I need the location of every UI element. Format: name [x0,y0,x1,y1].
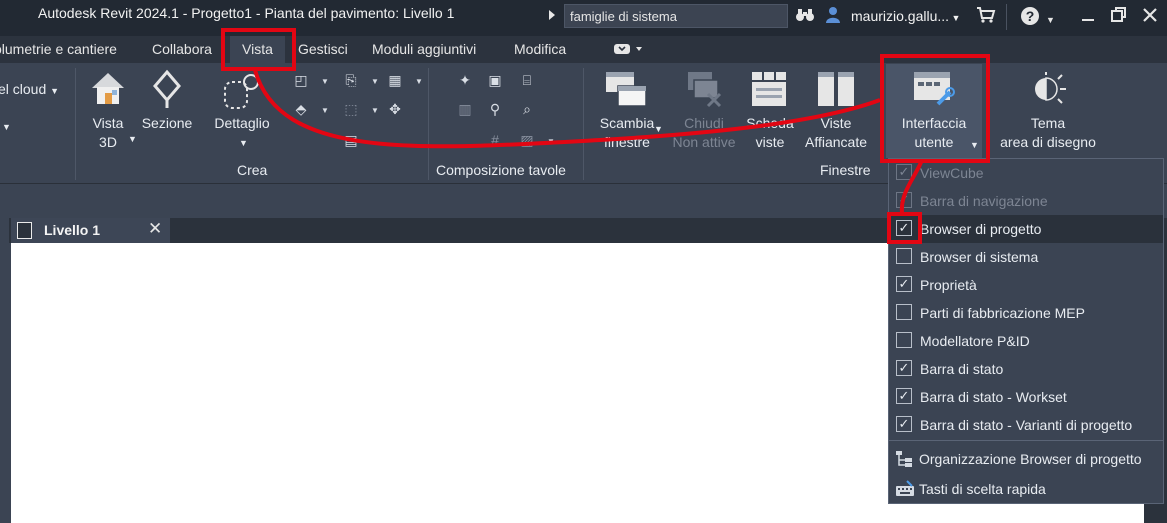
annotation-arrows [253,69,924,215]
annotation-curve-vista-to-interfaccia [253,69,881,149]
annotation-curve-interfaccia-to-checkbox [899,159,924,215]
